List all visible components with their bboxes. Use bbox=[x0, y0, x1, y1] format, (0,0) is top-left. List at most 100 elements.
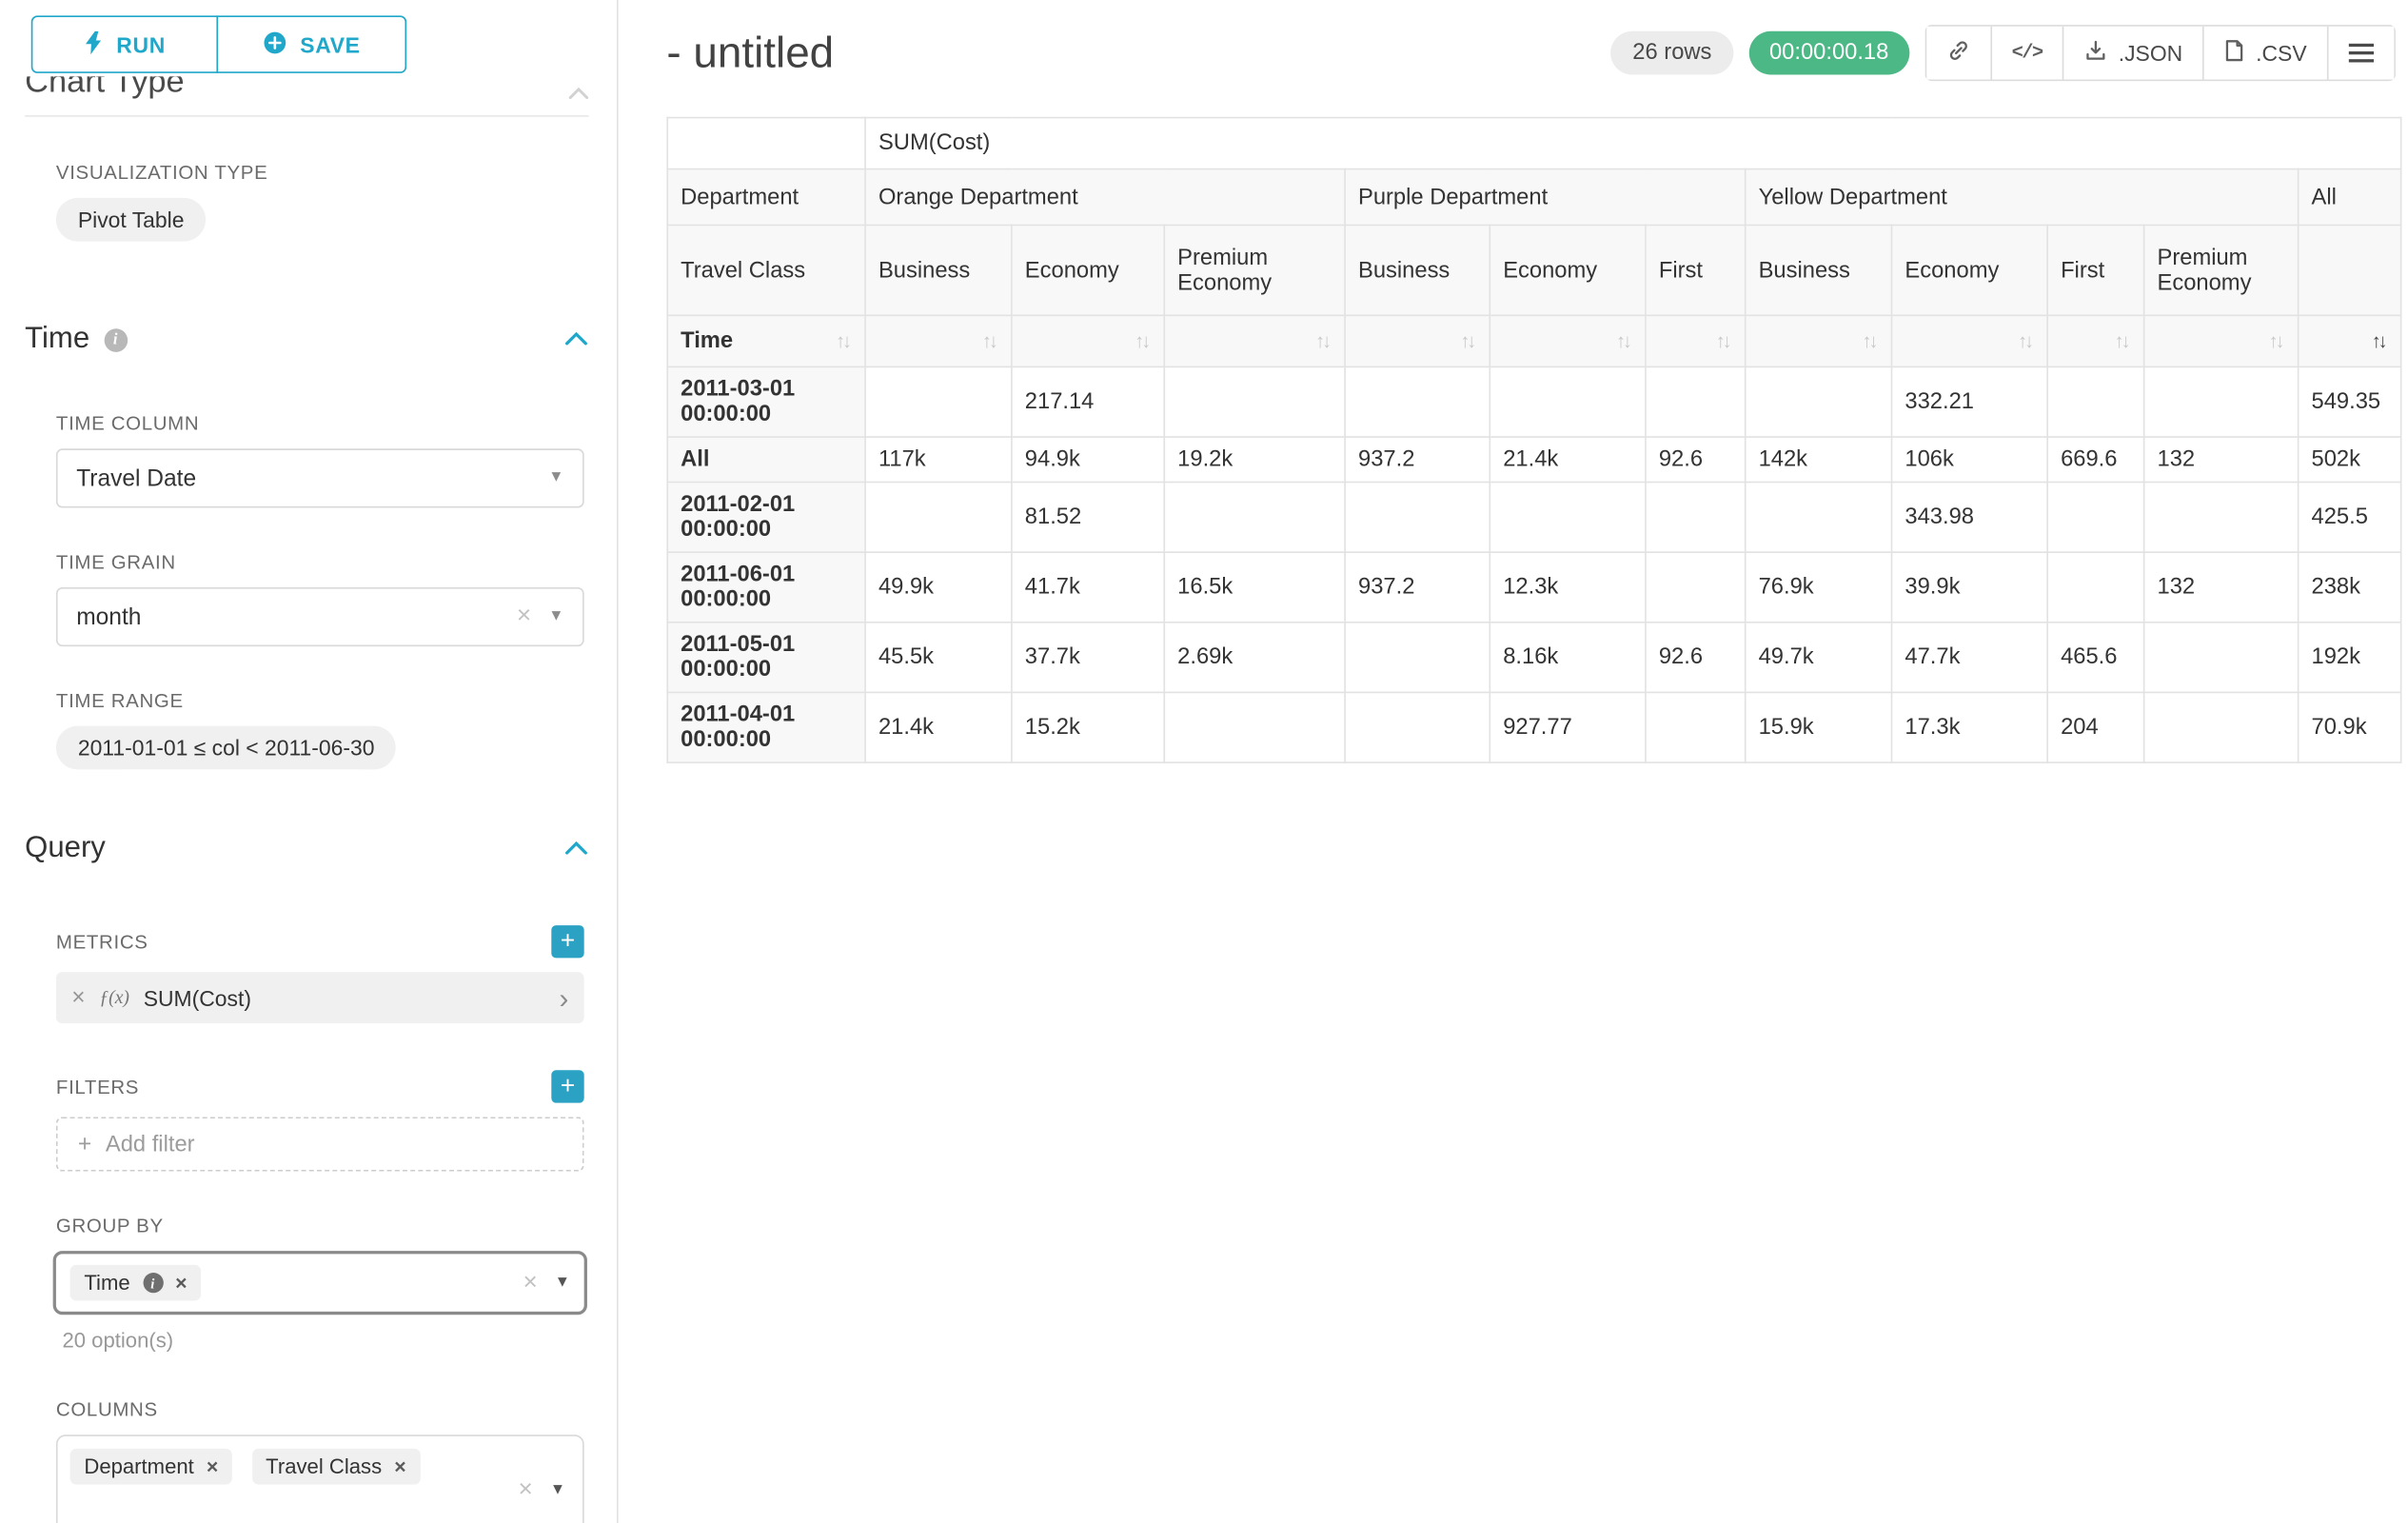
remove-chip-icon[interactable]: × bbox=[175, 1273, 187, 1293]
pivot-department-label: Department bbox=[667, 169, 865, 226]
table-row: 2011-05-01 00:00:0045.5k37.7k2.69k8.16k9… bbox=[667, 623, 2400, 693]
row-label: 2011-02-01 00:00:00 bbox=[667, 482, 865, 552]
chevron-up-icon[interactable] bbox=[565, 326, 587, 353]
menu-button[interactable] bbox=[2327, 27, 2394, 80]
pivot-sort-cell[interactable]: ↑↓ bbox=[1490, 315, 1646, 366]
share-link-button[interactable] bbox=[1926, 27, 1990, 80]
sort-icon[interactable]: ↑↓ bbox=[2018, 331, 2034, 350]
row-label: 2011-06-01 00:00:00 bbox=[667, 552, 865, 623]
columns-select[interactable]: Department × Travel Class × × ▼ bbox=[56, 1434, 584, 1523]
value-cell: 41.7k bbox=[1012, 552, 1164, 623]
sort-icon[interactable]: ↑↓ bbox=[1460, 331, 1476, 350]
pivot-sort-cell[interactable]: ↑↓ bbox=[2299, 315, 2401, 366]
chevron-right-icon[interactable]: › bbox=[559, 983, 568, 1011]
columns-chip-label: Travel Class bbox=[266, 1454, 382, 1478]
pivot-column-group: All bbox=[2299, 169, 2401, 226]
save-button[interactable]: SAVE bbox=[216, 15, 406, 73]
pivot-sort-cell[interactable]: ↑↓ bbox=[1892, 315, 2048, 366]
sort-icon[interactable]: ↑↓ bbox=[1716, 331, 1732, 350]
value-cell bbox=[2144, 482, 2299, 552]
value-cell bbox=[865, 366, 1012, 437]
embed-code-button[interactable]: </> bbox=[1990, 27, 2063, 80]
sort-icon[interactable]: ↑↓ bbox=[1862, 331, 1878, 350]
chevron-up-icon[interactable] bbox=[568, 79, 588, 104]
clear-icon[interactable]: × bbox=[519, 1477, 533, 1502]
pivot-sort-cell[interactable]: ↑↓ bbox=[2144, 315, 2299, 366]
lightning-icon bbox=[84, 30, 103, 58]
pivot-column-header: Premium Economy bbox=[2144, 225, 2299, 315]
clear-icon[interactable]: × bbox=[523, 1271, 537, 1296]
run-button[interactable]: RUN bbox=[31, 15, 218, 73]
chart-type-section-header: Chart Type bbox=[0, 76, 617, 104]
pivot-time-label[interactable]: Time↑↓ bbox=[667, 315, 865, 366]
visualization-type-value[interactable]: Pivot Table bbox=[56, 198, 206, 242]
sort-icon[interactable]: ↑↓ bbox=[1315, 331, 1332, 350]
time-grain-select[interactable]: month × ▼ bbox=[56, 587, 584, 646]
value-cell: 49.7k bbox=[1746, 623, 1892, 693]
row-label: 2011-05-01 00:00:00 bbox=[667, 623, 865, 693]
pivot-column-header: Business bbox=[1345, 225, 1490, 315]
value-cell: 425.5 bbox=[2299, 482, 2401, 552]
add-metric-button[interactable]: + bbox=[551, 925, 583, 958]
value-cell: 92.6 bbox=[1646, 437, 1746, 482]
sort-icon[interactable]: ↑↓ bbox=[836, 331, 852, 350]
sort-icon[interactable]: ↑↓ bbox=[1135, 331, 1151, 350]
time-range-value[interactable]: 2011-01-01 ≤ col < 2011-06-30 bbox=[56, 726, 397, 770]
time-column-select[interactable]: Travel Date ▼ bbox=[56, 448, 584, 507]
save-button-label: SAVE bbox=[300, 32, 360, 57]
pivot-sort-cell[interactable]: ↑↓ bbox=[1164, 315, 1345, 366]
chart-panel: - untitled 26 rows 00:00:00.18 </> bbox=[619, 0, 2408, 1523]
columns-chip[interactable]: Travel Class × bbox=[251, 1449, 420, 1485]
remove-metric-icon[interactable]: × bbox=[71, 986, 85, 1010]
section-divider bbox=[25, 115, 588, 117]
sort-icon[interactable]: ↑↓ bbox=[2115, 331, 2131, 350]
pivot-sort-cell[interactable]: ↑↓ bbox=[2047, 315, 2143, 366]
sort-icon[interactable]: ↑↓ bbox=[2372, 331, 2388, 350]
remove-chip-icon[interactable]: × bbox=[394, 1456, 405, 1476]
add-filter-button[interactable]: + Add filter bbox=[56, 1117, 584, 1171]
columns-chip[interactable]: Department × bbox=[70, 1449, 232, 1485]
pivot-column-group: Purple Department bbox=[1345, 169, 1746, 226]
pivot-sort-cell[interactable]: ↑↓ bbox=[1646, 315, 1746, 366]
group-by-chip[interactable]: Time i × bbox=[70, 1265, 202, 1301]
value-cell: 21.4k bbox=[1490, 437, 1646, 482]
plus-circle-icon bbox=[263, 30, 286, 58]
sort-icon[interactable]: ↑↓ bbox=[1616, 331, 1632, 350]
export-json-button[interactable]: .JSON bbox=[2063, 27, 2203, 80]
value-cell: 49.9k bbox=[865, 552, 1012, 623]
chevron-down-icon: ▼ bbox=[548, 470, 563, 485]
chevron-down-icon: ▼ bbox=[555, 1275, 570, 1290]
pivot-column-header: Business bbox=[865, 225, 1012, 315]
value-cell: 217.14 bbox=[1012, 366, 1164, 437]
metric-header-row: SUM(Cost) bbox=[667, 118, 2400, 169]
pivot-sort-cell[interactable]: ↑↓ bbox=[1345, 315, 1490, 366]
value-cell bbox=[1345, 623, 1490, 693]
pivot-column-group: Yellow Department bbox=[1746, 169, 2299, 226]
value-cell bbox=[1490, 366, 1646, 437]
pivot-sort-cell[interactable]: ↑↓ bbox=[1746, 315, 1892, 366]
value-cell: 16.5k bbox=[1164, 552, 1345, 623]
sort-icon[interactable]: ↑↓ bbox=[982, 331, 998, 350]
value-cell bbox=[1646, 366, 1746, 437]
chart-title: - untitled bbox=[666, 28, 834, 77]
columns-chip-label: Department bbox=[84, 1454, 193, 1478]
sort-icon[interactable]: ↑↓ bbox=[2269, 331, 2285, 350]
value-cell bbox=[1164, 692, 1345, 762]
group-by-select[interactable]: Time i × × ▼ bbox=[53, 1251, 587, 1315]
add-filter-plus-button[interactable]: + bbox=[551, 1070, 583, 1102]
row-count-badge: 26 rows bbox=[1610, 31, 1733, 75]
export-csv-button[interactable]: .CSV bbox=[2202, 27, 2326, 80]
pivot-sort-cell[interactable]: ↑↓ bbox=[1012, 315, 1164, 366]
metric-chip[interactable]: × ƒ(x) SUM(Cost) › bbox=[56, 972, 584, 1023]
value-cell bbox=[1345, 366, 1490, 437]
pivot-sort-cell[interactable]: ↑↓ bbox=[865, 315, 1012, 366]
value-cell: 927.77 bbox=[1490, 692, 1646, 762]
value-cell: 204 bbox=[2047, 692, 2143, 762]
remove-chip-icon[interactable]: × bbox=[207, 1456, 218, 1476]
table-row: 2011-03-01 00:00:00217.14332.21549.35 bbox=[667, 366, 2400, 437]
clear-icon[interactable]: × bbox=[517, 604, 531, 629]
value-cell: 937.2 bbox=[1345, 437, 1490, 482]
pivot-table: SUM(Cost)DepartmentOrange DepartmentPurp… bbox=[666, 117, 2401, 763]
pivot-travel-class-label: Travel Class bbox=[667, 225, 865, 315]
chevron-up-icon[interactable] bbox=[565, 835, 587, 862]
